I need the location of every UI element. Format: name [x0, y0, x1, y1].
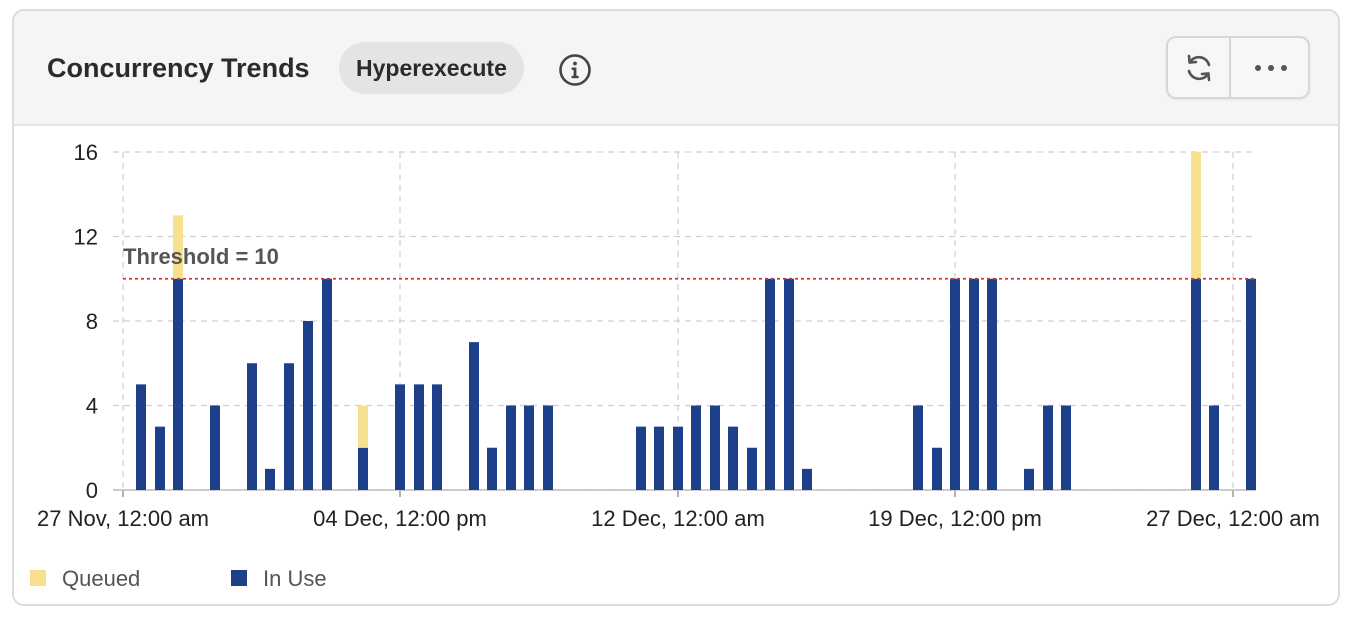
- bar-in-use: [969, 278, 979, 490]
- x-tick-label: 27 Nov, 12:00 am: [37, 506, 209, 531]
- concurrency-chart: 0 4 8 12 16 27 Nov, 12:00 am 04 Dec, 12:00 pm 1…: [30, 140, 1320, 591]
- legend-swatch-queued: [30, 570, 46, 586]
- bar-in-use: [691, 405, 701, 490]
- y-tick-label: 4: [86, 394, 98, 419]
- y-tick-label: 12: [74, 225, 98, 250]
- bar-in-use: [414, 384, 424, 490]
- bar-in-use: [636, 426, 646, 490]
- bar-in-use: [1061, 405, 1071, 490]
- bar-in-use: [784, 278, 794, 490]
- legend-swatch-in-use: [231, 570, 247, 586]
- bar-in-use: [247, 363, 257, 490]
- bar-in-use: [710, 405, 720, 490]
- bar-in-use: [265, 468, 275, 490]
- x-tick-label: 19 Dec, 12:00 pm: [868, 506, 1042, 531]
- threshold-label: Threshold = 10: [123, 244, 279, 269]
- bar-in-use: [469, 342, 479, 490]
- bar-in-use: [432, 384, 442, 490]
- x-tick-label: 27 Dec, 12:00 am: [1146, 506, 1320, 531]
- bar-in-use: [358, 447, 368, 490]
- bar-in-use: [1209, 405, 1219, 490]
- bar-in-use: [747, 447, 757, 490]
- bar-in-use: [1043, 405, 1053, 490]
- bar-in-use: [395, 384, 405, 490]
- bar-in-use: [173, 278, 183, 490]
- bar-in-use: [322, 278, 332, 490]
- y-tick-label: 8: [86, 309, 98, 334]
- bar-in-use: [728, 426, 738, 490]
- bar-in-use: [524, 405, 534, 490]
- x-tick-label: 04 Dec, 12:00 pm: [313, 506, 487, 531]
- bar-in-use: [913, 405, 923, 490]
- x-tick-label: 12 Dec, 12:00 am: [591, 506, 765, 531]
- bar-in-use: [155, 426, 165, 490]
- bar-in-use: [802, 468, 812, 490]
- bar-in-use: [506, 405, 516, 490]
- y-tick-label: 0: [86, 478, 98, 503]
- bar-in-use: [932, 447, 942, 490]
- bar-in-use: [136, 384, 146, 490]
- legend-label: Queued: [62, 566, 140, 591]
- bar-in-use: [765, 278, 775, 490]
- bar-in-use: [950, 278, 960, 490]
- bar-in-use: [1191, 278, 1201, 490]
- y-tick-label: 16: [74, 140, 98, 165]
- legend-label: In Use: [263, 566, 327, 591]
- bar-in-use: [303, 321, 313, 490]
- bar-in-use: [543, 405, 553, 490]
- bar-in-use: [654, 426, 664, 490]
- bar-in-use: [210, 405, 220, 490]
- bar-in-use: [487, 447, 497, 490]
- bar-queued: [1191, 152, 1201, 279]
- bar-in-use: [673, 426, 683, 490]
- bar-in-use: [284, 363, 294, 490]
- bar-in-use: [1246, 278, 1256, 490]
- bar-in-use: [987, 278, 997, 490]
- bar-in-use: [1024, 468, 1034, 490]
- bar-queued: [358, 405, 368, 448]
